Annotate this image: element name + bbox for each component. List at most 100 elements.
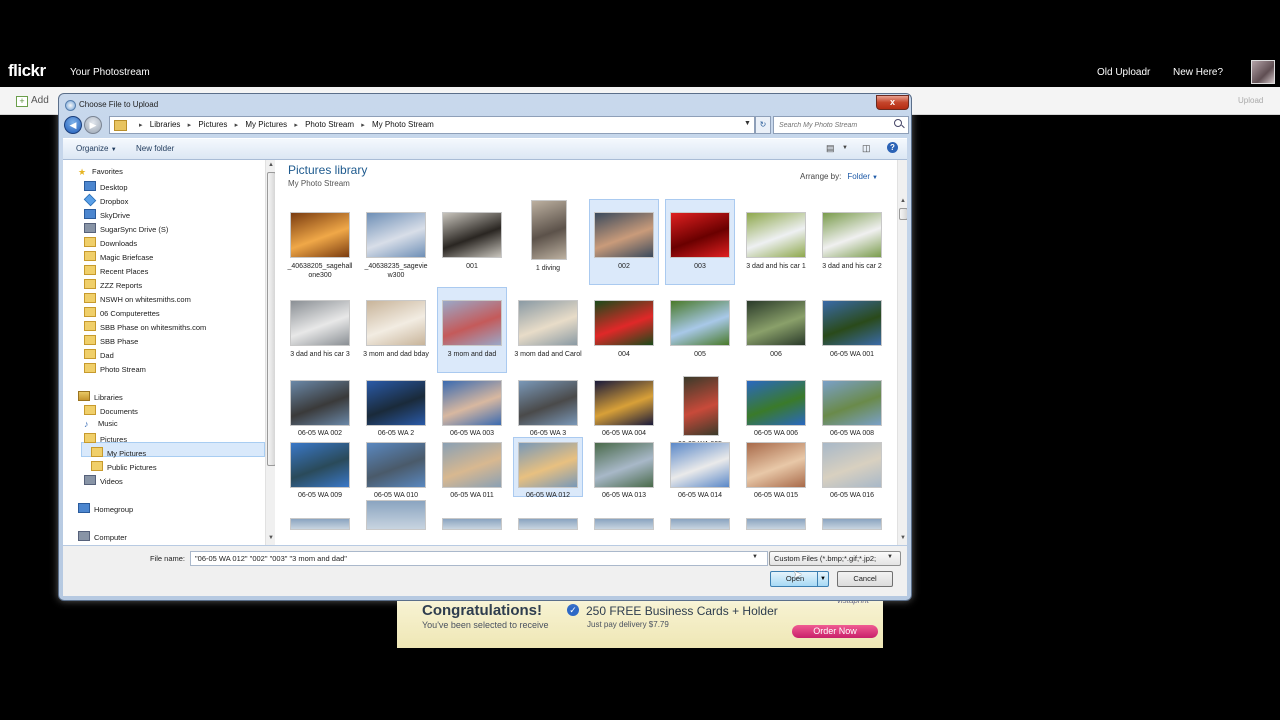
thumbnail-item[interactable]: _40638235_sageview300 [362,200,430,284]
thumbnail-item[interactable]: 006 [742,288,810,372]
search-icon[interactable] [894,119,902,127]
chevron-down-icon[interactable]: ▼ [872,175,878,181]
thumbnail-item[interactable]: 3 dad and his car 1 [742,200,810,284]
thumbnail-item[interactable]: 004 [590,288,658,372]
arrange-value-dropdown[interactable]: Folder [847,172,870,181]
photo-thumbnail[interactable] [594,518,654,530]
scroll-up-icon[interactable]: ▲ [268,162,274,168]
thumbnail-item[interactable]: 3 mom dad and Carol [514,288,582,372]
thumbnail-item[interactable]: 06-05 WA 002 [286,376,354,437]
nav-scrollbar[interactable]: ▲ ▼ [265,160,275,545]
forward-arrow-icon[interactable]: ▶ [84,116,102,134]
preview-pane-icon[interactable]: ◫ [862,143,871,154]
breadcrumb-my-photo-stream[interactable]: My Photo Stream [372,120,434,129]
thumbnail-item[interactable]: 06-05 WA 2 [362,376,430,437]
breadcrumb-chevron-icon[interactable]: ▸ [188,122,192,129]
breadcrumb-libraries[interactable]: Libraries [150,120,181,129]
chevron-down-icon[interactable]: ▼ [842,145,848,151]
nav-computer[interactable]: Computer [78,531,127,544]
order-now-button[interactable]: Order Now [792,625,878,638]
thumbnail-item[interactable]: 06-05 WA 001 [818,288,886,372]
nav-homegroup[interactable]: Homegroup [78,503,133,516]
nav-item-documents[interactable]: Documents [84,405,138,418]
thumbnail-item[interactable]: 06-05 WA 004 [590,376,658,437]
nav-old-uploadr[interactable]: Old Uploadr [1097,67,1150,78]
thumbnail-item[interactable]: 06-05 WA 015 [742,438,810,499]
nav-item-dropbox[interactable]: Dropbox [83,193,128,208]
thumbnail-item[interactable]: 005 [666,288,734,372]
scroll-up-icon[interactable]: ▲ [900,198,906,204]
thumbnail-item[interactable]: 06-05 WA 010 [362,438,430,499]
vistaprint-ad-banner[interactable]: Congratulations! You've been selected to… [397,596,883,648]
help-icon[interactable]: ? [887,142,898,153]
search-input[interactable] [774,117,893,133]
view-options-icon[interactable]: ▤ [826,143,835,154]
nav-item-videos[interactable]: Videos [84,475,123,488]
nav-favorites[interactable]: ★ Favorites [78,167,123,180]
file-type-filter[interactable]: Custom Files (*.bmp;*.gif;*.jp2; [769,551,901,566]
nav-item-sugarsync[interactable]: SugarSync Drive (S) [84,223,168,236]
nav-item-my-pictures[interactable]: My Pictures [91,447,146,460]
breadcrumb-chevron-icon[interactable]: ▸ [361,122,365,129]
scroll-down-icon[interactable]: ▼ [900,535,906,541]
nav-item-pictures[interactable]: Pictures [84,433,127,446]
thumbnail-item[interactable]: 06-05 WA 013 [590,438,658,499]
flickr-logo[interactable]: flickr [8,61,46,81]
thumbnail-item[interactable]: 3 mom and dad bday [362,288,430,372]
nav-item-recent-places[interactable]: Recent Places [84,265,148,278]
thumbnail-item[interactable]: 06-05 WA 016 [818,438,886,499]
photo-thumbnail[interactable] [822,518,882,530]
upload-button[interactable]: Upload [1238,96,1263,105]
nav-item-desktop[interactable]: Desktop [84,181,128,194]
user-avatar[interactable] [1251,60,1275,84]
chevron-down-icon[interactable]: ▼ [744,120,751,127]
nav-new-here[interactable]: New Here? [1173,67,1223,78]
thumbnail-item[interactable]: 06-05 WA 3 [514,376,582,437]
nav-item-sbb-phase-web[interactable]: SBB Phase on whitesmiths.com [84,321,206,334]
breadcrumb-chevron-icon[interactable]: ▸ [235,122,239,129]
thumbnail-item[interactable]: 06-05 WA 014 [666,438,734,499]
thumbnail-item[interactable]: 003 [665,199,735,285]
photo-thumbnail[interactable] [290,518,350,530]
nav-item-dad[interactable]: Dad [84,349,114,362]
thumbnail-item[interactable]: 002 [589,199,659,285]
photo-thumbnail[interactable] [366,500,426,530]
thumbnail-item[interactable]: 3 mom and dad [437,287,507,373]
refresh-icon[interactable]: ↻ [755,116,771,134]
nav-item-nswh[interactable]: NSWH on whitesmiths.com [84,293,191,306]
open-options-button[interactable]: ▼ [817,571,829,587]
thumbnail-item[interactable]: 3 dad and his car 2 [818,200,886,284]
nav-item-computerettes[interactable]: 06 Computerettes [84,307,160,320]
thumbnail-item[interactable]: 06-05 WA 011 [438,438,506,499]
thumbnail-item[interactable]: 06-05 WA 003 [438,376,506,437]
back-arrow-icon[interactable]: ◀ [64,116,82,134]
nav-item-sbb-phase[interactable]: SBB Phase [84,335,138,348]
nav-item-downloads[interactable]: Downloads [84,237,137,250]
chevron-down-icon[interactable]: ▼ [887,554,893,560]
nav-item-magic-briefcase[interactable]: Magic Briefcase [84,251,153,264]
address-bar[interactable]: ▸ Libraries ▸ Pictures ▸ My Pictures ▸ P… [109,116,755,134]
nav-item-music[interactable]: ♪ Music [84,419,118,432]
photo-thumbnail[interactable] [518,518,578,530]
thumbnail-item[interactable]: 06-05 WA 008 [818,376,886,437]
thumbnail-item[interactable]: 06-05 WA 005 [666,376,734,448]
breadcrumb-photo-stream[interactable]: Photo Stream [305,120,354,129]
new-folder-button[interactable]: New folder [136,144,174,153]
nav-item-zzz-reports[interactable]: ZZZ Reports [84,279,142,292]
photo-thumbnail[interactable] [746,518,806,530]
thumbnail-item[interactable]: 001 [438,200,506,284]
add-button[interactable]: + Add [16,95,49,107]
content-scroll-thumb[interactable] [899,208,907,220]
nav-scroll-thumb[interactable] [267,172,275,466]
file-name-input[interactable]: "06-05 WA 012" "002" "003" "3 mom and da… [190,551,768,566]
close-button[interactable]: x [876,95,909,110]
organize-button[interactable]: Organize ▼ [76,144,117,153]
breadcrumb-my-pictures[interactable]: My Pictures [245,120,287,129]
thumbnail-item[interactable]: 06-05 WA 006 [742,376,810,437]
content-scrollbar[interactable]: ▲ ▼ [897,160,907,545]
scroll-down-icon[interactable]: ▼ [268,535,274,541]
thumbnail-item[interactable]: 06-05 WA 009 [286,438,354,499]
thumbnail-item[interactable]: 3 dad and his car 3 [286,288,354,372]
nav-item-public-pictures[interactable]: Public Pictures [91,461,157,474]
thumbnail-item[interactable]: _40638205_sagehallone300 [286,200,354,284]
